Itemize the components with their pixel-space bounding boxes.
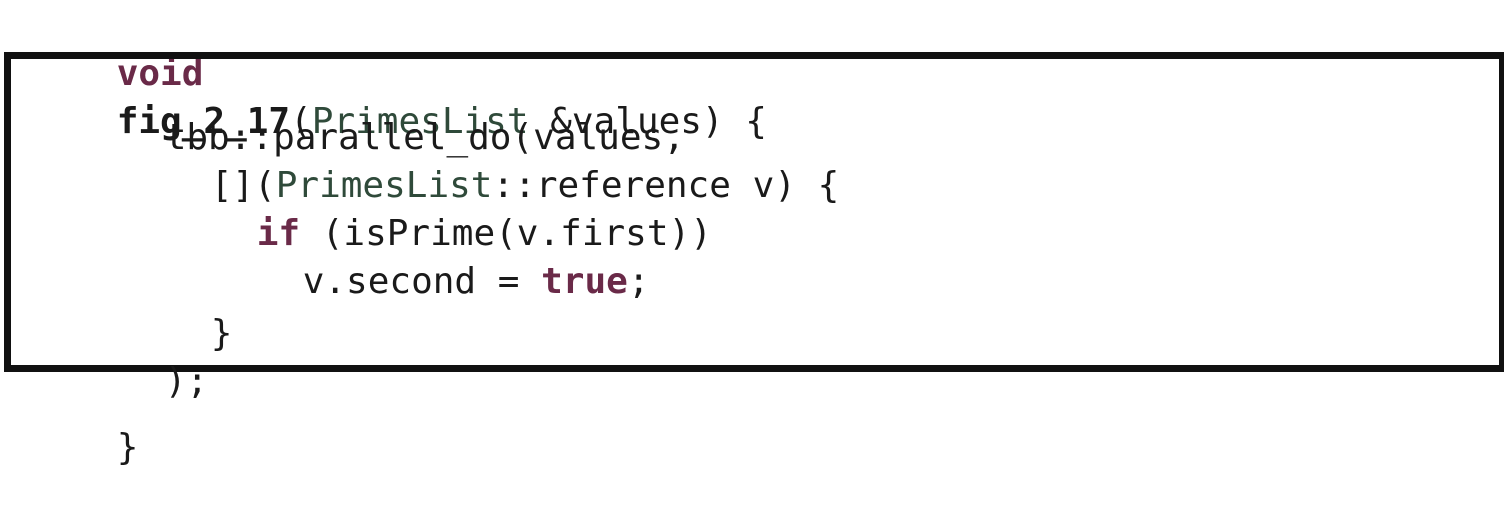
assign-lhs: v.second = [302, 261, 542, 302]
keyword-true: true [541, 261, 628, 302]
code-listing: void fig_2_17(PrimesList &values) { tbb:… [0, 0, 1504, 468]
code-line-function-close: } [30, 376, 139, 520]
lambda-close-brace: } [210, 313, 233, 354]
call-close: ); [164, 361, 209, 402]
function-close-brace: } [116, 427, 139, 468]
code-line-assign: v.second = true; [216, 210, 650, 354]
semicolon: ; [627, 261, 650, 302]
